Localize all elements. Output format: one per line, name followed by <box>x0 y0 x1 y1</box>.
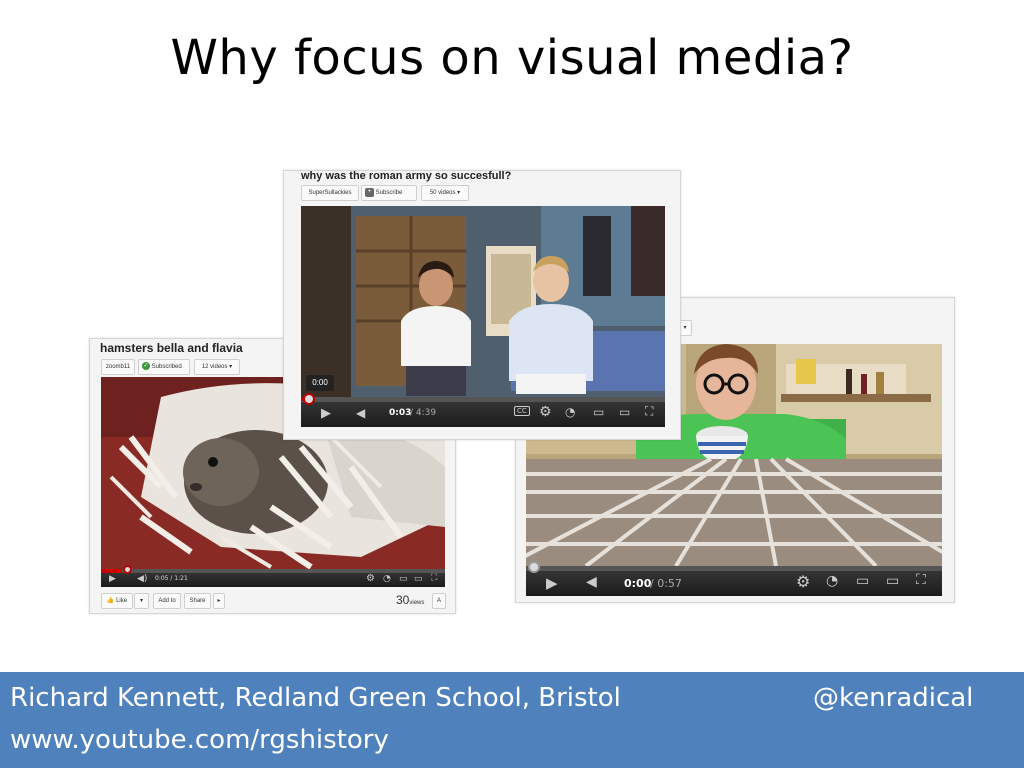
checkmark-icon: ✓ <box>142 362 150 371</box>
channel-button[interactable]: zoomb11 <box>101 359 135 375</box>
author-credit: Richard Kennett, Redland Green School, B… <box>10 683 621 713</box>
clock-icon[interactable]: ◔ <box>565 405 575 419</box>
subscribe-label: Subscribed <box>151 364 182 370</box>
like-label: Like <box>116 598 128 604</box>
stats-button[interactable]: A <box>432 593 446 609</box>
small-player-icon[interactable]: ▭ <box>593 405 604 419</box>
slide-title: Why focus on visual media? <box>170 30 854 86</box>
clock-icon[interactable]: ◔ <box>826 573 838 589</box>
scrub-handle[interactable] <box>528 561 540 573</box>
large-player-icon[interactable]: ▭ <box>886 573 899 589</box>
videos-dropdown[interactable]: 50 videos ▾ <box>421 185 469 201</box>
gear-icon[interactable]: ⚙ <box>366 573 375 584</box>
player-controls: ▶ ◀) 0:05 / 1:21 ⚙ ◔ ▭ ▭ ⛶ <box>101 565 445 587</box>
progress-fill <box>101 569 122 573</box>
cc-icon[interactable]: CC <box>514 406 530 416</box>
progress-bar[interactable] <box>301 397 665 402</box>
time-total: / 0:57 <box>650 577 682 590</box>
add-to-button[interactable]: Add to <box>153 593 181 609</box>
time-current: 0:03 <box>389 408 412 418</box>
gear-icon[interactable]: ⚙ <box>796 572 810 591</box>
small-player-icon[interactable]: ▭ <box>856 573 869 589</box>
volume-icon[interactable]: ◀) <box>137 574 147 584</box>
video-card-roman: why was the roman army so succesfull? Su… <box>283 170 681 440</box>
scrub-handle[interactable] <box>303 393 315 405</box>
footer-bar: Richard Kennett, Redland Green School, B… <box>0 672 1024 768</box>
video-title: hamsters bella and flavia <box>100 341 243 355</box>
thumbs-down-icon: ▾ <box>139 598 143 604</box>
small-player-icon[interactable]: ▭ <box>399 574 408 584</box>
time-current: 0:00 <box>624 577 652 590</box>
subscribe-label: Subscribe <box>375 190 403 196</box>
subscribe-button[interactable]: + Subscribe <box>361 185 417 201</box>
two-boys-scene <box>301 206 665 401</box>
fullscreen-icon[interactable]: ⛶ <box>916 572 926 588</box>
volume-icon[interactable]: ◀ <box>586 574 597 590</box>
scrub-handle[interactable] <box>123 565 132 574</box>
more-button[interactable]: ▸ <box>213 593 225 609</box>
play-icon[interactable]: ▶ <box>109 574 116 584</box>
time-total: / 4:39 <box>410 408 437 418</box>
channel-url: www.youtube.com/rgshistory <box>10 725 389 755</box>
subscribe-button[interactable]: ✓ Subscribed <box>138 359 190 375</box>
time-display: 0:05 / 1:21 <box>155 575 188 582</box>
volume-icon[interactable]: ◀ <box>356 406 365 420</box>
progress-bar[interactable] <box>101 569 445 573</box>
video-title: why was the roman army so succesfull? <box>301 170 512 182</box>
channel-button[interactable]: SuperSullackies <box>301 185 359 201</box>
views-count: 30views <box>396 593 425 607</box>
play-icon[interactable]: ▶ <box>546 574 558 592</box>
large-player-icon[interactable]: ▭ <box>414 574 423 584</box>
fullscreen-icon[interactable]: ⛶ <box>645 404 653 419</box>
like-button[interactable]: 👍 Like <box>101 593 133 609</box>
play-icon[interactable]: ▶ <box>321 406 331 421</box>
twitter-handle: @kenradical <box>813 683 974 713</box>
fullscreen-icon[interactable]: ⛶ <box>431 573 437 583</box>
clock-icon[interactable]: ◔ <box>383 574 391 584</box>
subscribe-icon: + <box>365 187 374 197</box>
player-controls: ▶ ◀ 0:00 / 0:57 ⚙ ◔ ▭ ▭ ⛶ <box>526 561 942 596</box>
gear-icon[interactable]: ⚙ <box>539 404 552 420</box>
videos-dropdown[interactable]: 12 videos ▾ <box>194 359 240 375</box>
video-frame[interactable] <box>301 206 665 401</box>
dislike-button[interactable]: ▾ <box>134 593 149 609</box>
progress-bar[interactable] <box>526 566 942 571</box>
large-player-icon[interactable]: ▭ <box>619 405 630 419</box>
player-controls: ▶ ◀ 0:03 / 4:39 CC ⚙ ◔ ▭ ▭ ⛶ <box>301 393 665 427</box>
time-tooltip: 0:00 <box>306 375 334 391</box>
share-button[interactable]: Share <box>184 593 211 609</box>
